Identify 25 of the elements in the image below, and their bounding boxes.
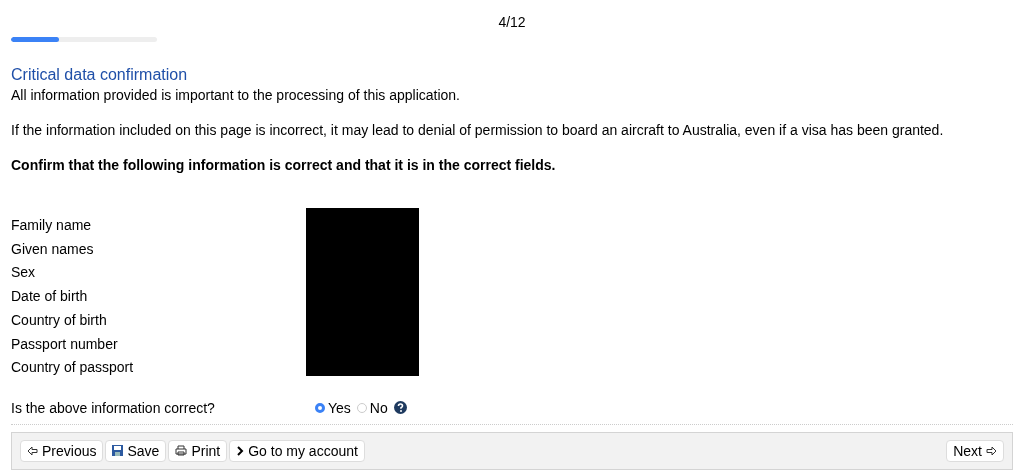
chevron-right-icon — [236, 445, 245, 456]
save-button[interactable]: Save — [105, 439, 167, 462]
printer-icon — [175, 445, 188, 457]
arrow-right-icon — [986, 445, 997, 456]
field-label: Country of birth — [11, 310, 108, 330]
instruction-text: Confirm that the following information is correct and that it is in the correct fields. — [11, 157, 557, 173]
question-label: Is the above information correct? — [11, 399, 216, 416]
intro-text: All information provided is important to the processing of this application. — [11, 87, 461, 103]
help-icon[interactable] — [393, 401, 407, 415]
field-label: Sex — [11, 263, 37, 283]
radio-option[interactable]: No — [356, 399, 388, 416]
print-button[interactable]: Print — [168, 439, 228, 462]
field-label: Family name — [11, 216, 93, 235]
field-label: Country of passport — [11, 358, 135, 378]
radio-option[interactable]: Yes — [315, 399, 351, 416]
field-label: Date of birth — [11, 287, 89, 307]
field-label: Given names — [11, 239, 95, 259]
previous-button[interactable]: Previous — [20, 439, 104, 462]
arrow-left-icon — [27, 445, 38, 456]
field-label: Passport number — [11, 334, 119, 354]
account-button[interactable]: Go to my account — [229, 439, 365, 462]
step-counter: 4/12 — [497, 13, 527, 30]
warning-text: If the information included on this page is incorrect, it may lead to denial of permission to board an aircraft to Australia, even if a visa has been granted. — [11, 122, 945, 138]
section-title: Critical data confirmation — [11, 66, 189, 84]
next-button[interactable]: Next — [946, 439, 1004, 462]
